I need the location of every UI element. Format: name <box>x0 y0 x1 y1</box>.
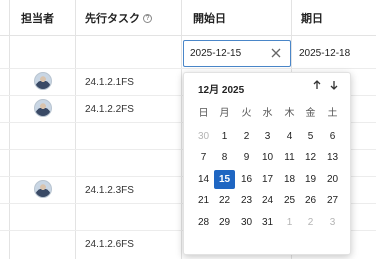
avatar[interactable] <box>34 180 52 198</box>
start-date-value: 2025-12-15 <box>190 48 242 59</box>
column-header-label: 先行タスク <box>85 13 140 25</box>
weekday-label: 木 <box>284 108 295 119</box>
calendar-day-outside[interactable]: 30 <box>193 127 214 146</box>
month-label: 12月 2025 <box>198 85 245 96</box>
calendar-day[interactable]: 20 <box>322 170 343 189</box>
calendar-day[interactable]: 3 <box>257 127 278 146</box>
calendar-day[interactable]: 10 <box>257 148 278 167</box>
calendar-day[interactable]: 5 <box>300 127 321 146</box>
weekday-label: 火 <box>241 108 252 119</box>
avatar[interactable] <box>34 99 52 117</box>
grid-header: 担当者 先行タスク ? 開始日 期日 <box>0 0 376 36</box>
start-date-input[interactable]: 2025-12-15 <box>183 40 291 67</box>
column-header-start-date[interactable]: 開始日 <box>193 0 226 36</box>
calendar-day[interactable]: 19 <box>300 170 321 189</box>
column-divider <box>75 0 76 259</box>
due-date-value[interactable]: 2025-12-18 <box>299 40 350 67</box>
calendar-day[interactable]: 21 <box>193 191 214 210</box>
column-header-label: 開始日 <box>193 13 226 25</box>
calendar-day[interactable]: 14 <box>193 170 214 189</box>
calendar-day[interactable]: 23 <box>236 191 257 210</box>
date-picker-popup: 12月 2025 日 月 火 水 木 金 土 30 1 2 3 4 5 6 7 … <box>183 72 351 255</box>
calendar-day-outside[interactable]: 2 <box>300 213 321 232</box>
close-icon[interactable] <box>269 46 283 60</box>
row-divider <box>0 68 376 69</box>
calendar-day[interactable]: 8 <box>214 148 235 167</box>
arrow-down-icon[interactable] <box>327 78 341 92</box>
column-divider <box>181 0 182 259</box>
calendar-day[interactable]: 17 <box>257 170 278 189</box>
calendar-day-selected[interactable]: 15 <box>214 170 235 189</box>
calendar-day[interactable]: 16 <box>236 170 257 189</box>
calendar-day[interactable]: 24 <box>257 191 278 210</box>
calendar-day[interactable]: 7 <box>193 148 214 167</box>
calendar-day[interactable]: 29 <box>214 213 235 232</box>
calendar-day-outside[interactable]: 3 <box>322 213 343 232</box>
arrow-up-icon[interactable] <box>310 78 324 92</box>
predecessor-value[interactable]: 24.1.2.2FS <box>85 104 134 115</box>
calendar-day[interactable]: 11 <box>279 148 300 167</box>
weekday-label: 土 <box>327 108 338 119</box>
calendar-day[interactable]: 18 <box>279 170 300 189</box>
calendar-day[interactable]: 25 <box>279 191 300 210</box>
weekday-label: 水 <box>262 108 273 119</box>
column-divider <box>9 0 10 259</box>
avatar[interactable] <box>34 72 52 90</box>
calendar-day[interactable]: 22 <box>214 191 235 210</box>
column-header-due-date[interactable]: 期日 <box>301 0 323 36</box>
calendar-day[interactable]: 6 <box>322 127 343 146</box>
calendar-day[interactable]: 30 <box>236 213 257 232</box>
weekday-label: 日 <box>198 108 209 119</box>
calendar-day[interactable]: 9 <box>236 148 257 167</box>
predecessor-value[interactable]: 24.1.2.1FS <box>85 77 134 88</box>
calendar-day[interactable]: 1 <box>214 127 235 146</box>
calendar-day[interactable]: 31 <box>257 213 278 232</box>
column-header-label: 期日 <box>301 13 323 25</box>
predecessor-value[interactable]: 24.1.2.3FS <box>85 185 134 196</box>
calendar-day[interactable]: 26 <box>300 191 321 210</box>
calendar-day[interactable]: 13 <box>322 148 343 167</box>
calendar-day[interactable]: 4 <box>279 127 300 146</box>
calendar-day[interactable]: 2 <box>236 127 257 146</box>
column-header-predecessor[interactable]: 先行タスク ? <box>85 0 152 36</box>
weekday-label: 金 <box>305 108 316 119</box>
column-header-label: 担当者 <box>21 13 54 25</box>
calendar-day[interactable]: 28 <box>193 213 214 232</box>
info-icon[interactable]: ? <box>143 13 152 23</box>
column-header-assignee[interactable]: 担当者 <box>21 0 54 36</box>
weekday-label: 月 <box>219 108 230 119</box>
calendar-day[interactable]: 27 <box>322 191 343 210</box>
calendar-day[interactable]: 12 <box>300 148 321 167</box>
calendar-day-outside[interactable]: 1 <box>279 213 300 232</box>
predecessor-value[interactable]: 24.1.2.6FS <box>85 239 134 250</box>
